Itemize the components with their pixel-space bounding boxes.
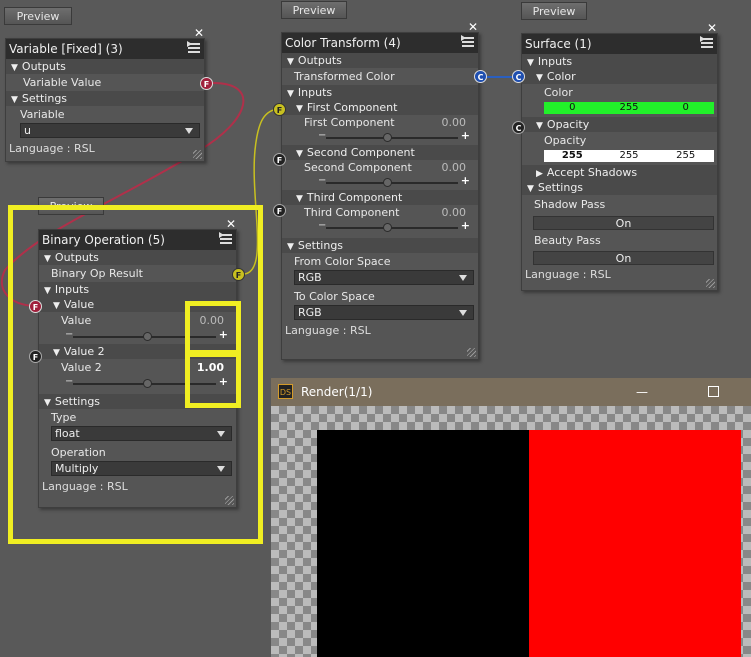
chevron-down-icon bbox=[459, 310, 467, 316]
minimize-icon[interactable]: — bbox=[636, 378, 648, 406]
variable-node[interactable]: Variable [Fixed] (3) ✕ ▼ Outputs Variable… bbox=[5, 27, 205, 162]
third-component-param: Third Component 0.00 bbox=[304, 206, 466, 219]
render-title-bar[interactable]: DS Render(1/1) — bbox=[271, 378, 751, 406]
output-transformed-color: Transformed Color bbox=[294, 70, 395, 83]
variable-output-port[interactable]: F bbox=[200, 77, 213, 90]
first-component-section[interactable]: ▼ First Component bbox=[282, 100, 478, 115]
color-section[interactable]: ▼ Color bbox=[522, 69, 717, 84]
first-component-param: First Component 0.00 bbox=[304, 116, 466, 129]
chevron-down-icon bbox=[459, 275, 467, 281]
surface-opacity-input-port[interactable]: C bbox=[512, 121, 525, 134]
language-label: Language : RSL bbox=[9, 142, 95, 155]
render-window[interactable]: DS Render(1/1) — bbox=[271, 378, 751, 657]
output-variable-value: Variable Value bbox=[23, 76, 102, 89]
color-value-field[interactable]: 0 255 0 bbox=[544, 102, 714, 114]
inputs-section[interactable]: ▼ Inputs bbox=[522, 54, 717, 69]
chevron-down-icon bbox=[185, 128, 193, 134]
shadow-pass-toggle[interactable]: On bbox=[533, 216, 714, 230]
daz-studio-logo-icon: DS bbox=[278, 384, 293, 399]
from-color-space-dropdown[interactable]: RGB bbox=[294, 270, 474, 285]
first-component-slider[interactable]: − + bbox=[318, 129, 470, 145]
value2-highlight bbox=[185, 352, 241, 408]
minus-icon[interactable]: − bbox=[318, 220, 326, 231]
from-color-space-label: From Color Space bbox=[294, 255, 391, 268]
slider-knob[interactable] bbox=[383, 133, 392, 142]
transformed-color-output-port[interactable]: C bbox=[474, 70, 487, 83]
render-canvas bbox=[271, 406, 751, 657]
resize-grip-icon[interactable] bbox=[706, 279, 715, 288]
second-component-param: Second Component 0.00 bbox=[304, 161, 466, 174]
accept-shadows-section[interactable]: ▶ Accept Shadows bbox=[522, 165, 717, 180]
color-r[interactable]: 0 bbox=[544, 102, 601, 114]
third-component-slider[interactable]: − + bbox=[318, 219, 470, 235]
outputs-section[interactable]: ▼ Outputs bbox=[6, 59, 204, 74]
slider-knob[interactable] bbox=[383, 223, 392, 232]
beauty-pass-label: Beauty Pass bbox=[534, 234, 601, 247]
beauty-pass-toggle[interactable]: On bbox=[533, 251, 714, 265]
outputs-section[interactable]: ▼ Outputs bbox=[282, 53, 478, 68]
plus-icon[interactable]: + bbox=[461, 174, 470, 187]
color-param-label: Color bbox=[544, 86, 573, 99]
render-black-region bbox=[317, 430, 529, 657]
menu-icon[interactable] bbox=[461, 35, 474, 48]
maximize-icon[interactable] bbox=[708, 386, 719, 397]
third-component-section[interactable]: ▼ Third Component bbox=[282, 190, 478, 205]
menu-icon[interactable] bbox=[700, 36, 713, 49]
surface-node-title[interactable]: Surface (1) ✕ bbox=[522, 22, 717, 54]
color-transform-node-title[interactable]: Color Transform (4) ✕ bbox=[282, 21, 478, 53]
language-label: Language : RSL bbox=[285, 324, 371, 337]
plus-icon[interactable]: + bbox=[461, 129, 470, 142]
minus-icon[interactable]: − bbox=[318, 175, 326, 186]
opacity-value-field[interactable]: 255 255 255 bbox=[544, 150, 714, 162]
settings-section[interactable]: ▼ Settings bbox=[522, 180, 717, 195]
color-b[interactable]: 0 bbox=[657, 102, 714, 114]
settings-section[interactable]: ▼ Settings bbox=[282, 238, 478, 253]
second-component-slider[interactable]: − + bbox=[318, 174, 470, 190]
opacity-r[interactable]: 255 bbox=[544, 150, 601, 162]
resize-grip-icon[interactable] bbox=[193, 150, 202, 159]
surface-node[interactable]: Surface (1) ✕ ▼ Inputs ▼ Color Color 0 255… bbox=[521, 22, 718, 291]
second-component-section[interactable]: ▼ Second Component bbox=[282, 145, 478, 160]
value-highlight bbox=[185, 301, 241, 355]
resize-grip-icon[interactable] bbox=[467, 348, 476, 357]
opacity-param-label: Opacity bbox=[544, 134, 587, 147]
variable-dropdown[interactable]: u bbox=[20, 123, 200, 138]
node-title-text: Variable [Fixed] (3) bbox=[9, 42, 123, 56]
menu-icon[interactable] bbox=[187, 41, 200, 54]
surface-preview-button[interactable]: Preview bbox=[521, 2, 587, 20]
plus-icon[interactable]: + bbox=[461, 219, 470, 232]
opacity-g[interactable]: 255 bbox=[601, 150, 658, 162]
language-label: Language : RSL bbox=[525, 268, 611, 281]
first-component-input-port[interactable]: F bbox=[273, 103, 286, 116]
color-transform-node[interactable]: Color Transform (4) ✕ ▼ Outputs Transform… bbox=[281, 21, 479, 360]
color-g[interactable]: 255 bbox=[601, 102, 658, 114]
close-icon[interactable]: ✕ bbox=[194, 27, 204, 39]
color-transform-preview-button[interactable]: Preview bbox=[281, 1, 347, 19]
node-title-text: Color Transform (4) bbox=[285, 36, 401, 50]
inputs-section[interactable]: ▼ Inputs bbox=[282, 85, 478, 100]
minus-icon[interactable]: − bbox=[318, 130, 326, 141]
close-icon[interactable]: ✕ bbox=[468, 21, 478, 33]
to-color-space-label: To Color Space bbox=[294, 290, 375, 303]
to-color-space-dropdown[interactable]: RGB bbox=[294, 305, 474, 320]
slider-knob[interactable] bbox=[383, 178, 392, 187]
variable-node-title[interactable]: Variable [Fixed] (3) ✕ bbox=[6, 27, 204, 59]
third-component-input-port[interactable]: F bbox=[273, 204, 286, 217]
variable-preview-button[interactable]: Preview bbox=[4, 7, 72, 25]
variable-label: Variable bbox=[20, 108, 65, 121]
second-component-input-port[interactable]: F bbox=[273, 153, 286, 166]
opacity-b[interactable]: 255 bbox=[657, 150, 714, 162]
shadow-pass-label: Shadow Pass bbox=[534, 198, 606, 211]
opacity-section[interactable]: ▼ Opacity bbox=[522, 117, 717, 132]
surface-color-input-port[interactable]: C bbox=[512, 70, 525, 83]
close-icon[interactable]: ✕ bbox=[707, 22, 717, 34]
settings-section[interactable]: ▼ Settings bbox=[6, 91, 204, 106]
render-red-region bbox=[529, 430, 741, 657]
node-title-text: Surface (1) bbox=[525, 37, 592, 51]
render-window-title: Render(1/1) bbox=[301, 385, 373, 399]
